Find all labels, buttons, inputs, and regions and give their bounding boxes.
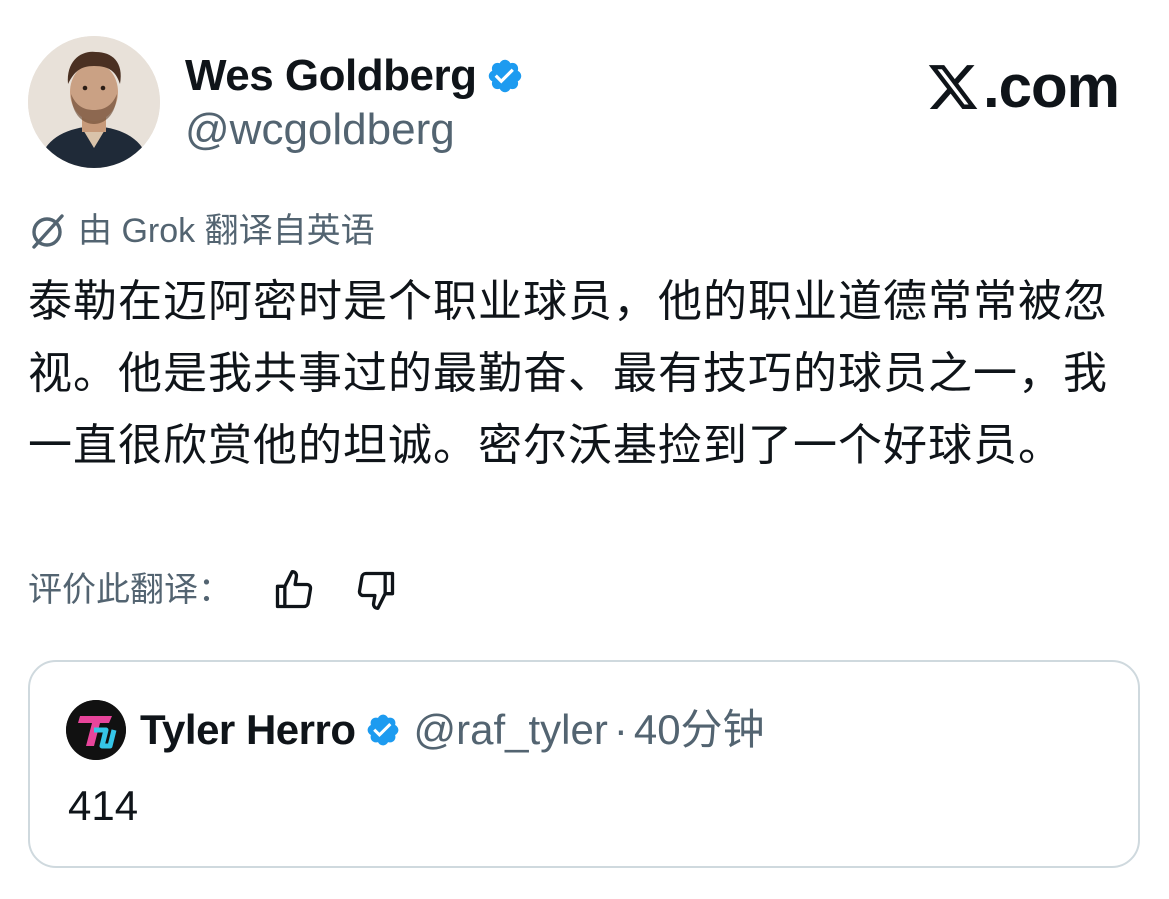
brand-text: .com xyxy=(982,53,1120,120)
rate-translation-row: 评价此翻译： xyxy=(28,564,402,616)
tweet-text: 泰勒在迈阿密时是个职业球员，他的职业道德常常被忽视。他是我共事过的最勤奋、最有技… xyxy=(28,277,1108,470)
x-logo-icon xyxy=(928,65,978,109)
quoted-author-name[interactable]: Tyler Herro xyxy=(140,700,356,760)
tyler-herro-logo-icon[interactable] xyxy=(66,700,126,760)
author-display-name[interactable]: Wes Goldberg xyxy=(185,48,477,104)
brand-logo: .com xyxy=(925,52,1120,122)
quoted-tweet-time[interactable]: 40分钟 xyxy=(634,700,765,760)
author-avatar[interactable] xyxy=(28,36,160,168)
thumbs-up-icon xyxy=(275,570,313,609)
quoted-tweet-text: 414 xyxy=(68,782,139,829)
author-photo xyxy=(28,36,160,168)
rate-translation-label: 评价此翻译： xyxy=(28,571,232,609)
meta-separator: · xyxy=(613,706,628,753)
verified-badge-icon xyxy=(489,59,522,93)
thumbs-up-button[interactable] xyxy=(268,564,320,616)
thumbs-down-icon xyxy=(357,571,395,610)
translation-label: 由 Grok 翻译自英语 xyxy=(78,212,375,250)
quoted-author-handle[interactable]: @raf_tyler xyxy=(413,700,607,760)
author-name-row[interactable]: Wes Goldberg xyxy=(185,48,524,104)
verified-badge-icon xyxy=(368,714,399,746)
thumbs-down-button[interactable] xyxy=(350,564,402,616)
quoted-tweet-header: Tyler Herro @raf_tyler · 40分钟 xyxy=(66,700,765,760)
grok-icon xyxy=(32,214,64,249)
quoted-tweet-card[interactable]: Tyler Herro @raf_tyler · 40分钟 414 xyxy=(28,660,1140,868)
author-handle[interactable]: @wcgoldberg xyxy=(185,103,455,157)
translation-indicator[interactable]: 由 Grok 翻译自英语 xyxy=(28,206,375,256)
